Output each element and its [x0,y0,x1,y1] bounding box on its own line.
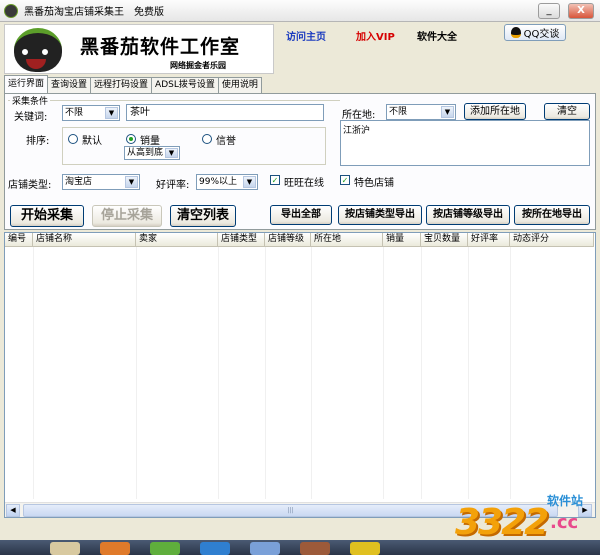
shop-type-select[interactable]: 淘宝店 ▼ [62,174,140,190]
chevron-down-icon: ▼ [125,176,138,188]
tab-run[interactable]: 运行界面 [4,75,49,93]
watermark-number: 3322 [455,502,549,543]
logo-eye-icon [40,47,50,57]
grid-line [421,247,422,499]
title-bar: 黑番茄淘宝店铺采集王 免费版 _ X [0,0,600,22]
export-by-type-button[interactable]: 按店铺类型导出 [338,205,422,225]
tomato-logo-icon [14,28,62,72]
grid-line [33,247,34,499]
tab-bar: 运行界面 查询设置 远程打码设置 ADSL拨号设置 使用说明 [4,75,262,93]
column-header[interactable]: 店铺类型 [218,233,265,247]
qq-penguin-icon [510,27,521,38]
rating-value: 99%以上 [199,177,238,187]
sort-default-label: 默认 [82,136,102,147]
start-collect-button[interactable]: 开始采集 [10,205,84,227]
sort-sales-radio[interactable] [126,134,136,144]
grid-line [311,247,312,499]
add-location-button[interactable]: 添加所在地 [464,103,526,120]
grid-line [265,247,266,499]
sort-credit-radio[interactable] [202,134,212,144]
watermark-domain: .cc [550,512,579,533]
tab-captcha-settings[interactable]: 远程打码设置 [90,77,153,93]
export-all-button[interactable]: 导出全部 [270,205,332,225]
watermark-site: 软件站 [547,494,584,508]
location-label: 所在地: [342,110,376,121]
chevron-down-icon: ▼ [165,148,178,158]
location-list[interactable]: 江浙沪 [340,120,590,166]
chevron-down-icon: ▼ [441,106,454,118]
keyword-scope-select[interactable]: 不限 ▼ [62,105,120,121]
column-header[interactable]: 动态评分 [510,233,594,247]
app-icon [4,3,18,18]
grid-line [136,247,137,499]
sort-default-radio[interactable] [68,134,78,144]
taskbar-app-icon[interactable] [200,542,230,555]
visit-homepage-link[interactable]: 访问主页 [286,28,326,43]
window-edition: 免费版 [134,7,164,18]
taskbar-app-icon[interactable] [150,542,180,555]
chevron-down-icon: ▼ [243,176,256,188]
close-button[interactable]: X [568,3,594,19]
column-header[interactable]: 编号 [5,233,33,247]
rating-select[interactable]: 99%以上 ▼ [196,174,258,190]
taskbar-app-icon[interactable] [250,542,280,555]
shop-type-label: 店铺类型: [8,180,52,191]
stop-collect-button[interactable]: 停止采集 [92,205,162,227]
location-select[interactable]: 不限 ▼ [386,104,456,120]
column-header[interactable]: 好评率 [468,233,510,247]
shop-type-value: 淘宝店 [65,177,93,187]
clear-list-button[interactable]: 清空列表 [170,205,236,227]
taskbar-app-icon[interactable] [100,542,130,555]
group-divider [8,100,340,101]
column-header[interactable]: 店铺名称 [33,233,136,247]
keyword-label: 关键词: [14,112,48,123]
column-header[interactable]: 销量 [383,233,421,247]
rating-label: 好评率: [156,180,190,191]
logo-eye-icon [20,47,30,57]
software-list-link[interactable]: 软件大全 [417,28,457,43]
table-header: 编号 店铺名称 卖家 店铺类型 店铺等级 所在地 销量 宝贝数量 好评率 动态评… [5,233,594,247]
window-title: 黑番茄淘宝店铺采集王 [24,7,124,18]
tab-query-settings[interactable]: 查询设置 [47,77,92,93]
minimize-button[interactable]: _ [538,3,560,19]
join-vip-link[interactable]: 加入VIP [356,28,395,43]
taskbar-app-icon[interactable] [350,542,380,555]
featured-shop-checkbox[interactable]: ✓ [340,175,350,185]
sort-label: 排序: [26,136,50,147]
chevron-down-icon: ▼ [105,107,118,119]
grid-line [468,247,469,499]
keyword-scope-value: 不限 [65,108,84,118]
wangwang-online-label: 旺旺在线 [284,178,324,189]
column-header[interactable]: 所在地 [311,233,383,247]
export-by-level-button[interactable]: 按店铺等级导出 [426,205,510,225]
wangwang-online-checkbox[interactable]: ✓ [270,175,280,185]
featured-shop-label: 特色店铺 [354,178,394,189]
tab-adsl-settings[interactable]: ADSL拨号设置 [151,77,219,93]
export-by-location-button[interactable]: 按所在地导出 [514,205,590,225]
scroll-left-icon[interactable]: ◀ [6,504,20,517]
sort-order-select[interactable]: 从高到底 ▼ [124,146,180,160]
sort-order-value: 从高到底 [127,148,164,158]
column-header[interactable]: 宝贝数量 [421,233,468,247]
grid-line [510,247,511,499]
taskbar-app-icon[interactable] [300,542,330,555]
logo-subtitle: 网络掘金者乐园 [170,61,226,70]
column-header[interactable]: 卖家 [136,233,218,247]
logo-title: 黑番茄软件工作室 [80,36,241,58]
criteria-group-label: 采集条件 [10,94,51,107]
qq-chat-label: QQ交谈 [523,29,560,40]
clear-location-button[interactable]: 清空 [544,103,590,120]
grid-line [383,247,384,499]
keyword-input[interactable]: 茶叶 [126,104,324,121]
sort-credit-label: 信誉 [216,136,236,147]
results-table[interactable] [4,232,596,518]
taskbar-app-icon[interactable] [50,542,80,555]
qq-chat-button[interactable]: QQ交谈 [504,24,566,41]
tab-instructions[interactable]: 使用说明 [217,77,262,93]
column-header[interactable]: 店铺等级 [265,233,311,247]
logo-mouth-icon [26,59,46,69]
location-value: 不限 [389,107,408,117]
sort-sales-label: 销量 [140,136,160,147]
grid-line [218,247,219,499]
